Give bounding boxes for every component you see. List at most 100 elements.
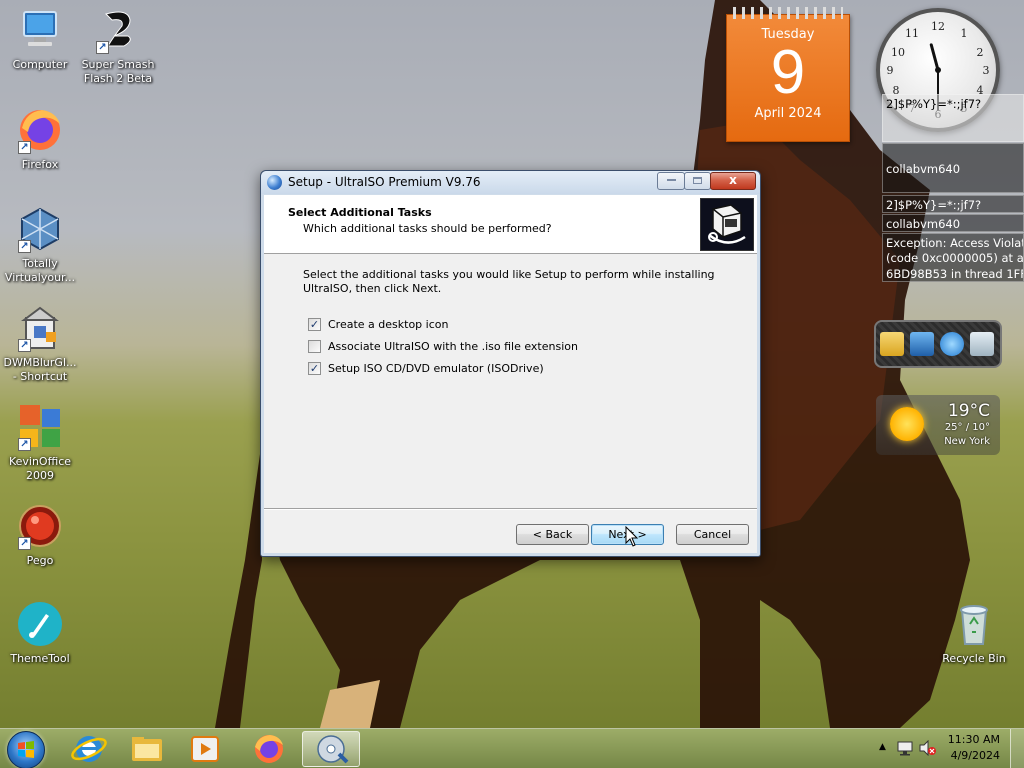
desktop-icon-label: Pego: [26, 554, 54, 567]
desktop-icon-virtualbox[interactable]: ↗ Totally Virtualyour...: [0, 205, 80, 285]
computer-icon: [16, 6, 64, 54]
desktop-icon-themetool[interactable]: ThemeTool: [0, 600, 80, 666]
checkbox-desktop-icon[interactable]: ✓: [308, 318, 321, 331]
checkbox-iso-association[interactable]: [308, 340, 321, 353]
svg-text:10: 10: [891, 46, 905, 59]
svg-text:9: 9: [887, 64, 894, 77]
virtualbox-icon: ↗: [16, 205, 64, 253]
taskbar-internet-explorer[interactable]: [60, 731, 118, 767]
shortcut-arrow-icon: ↗: [18, 438, 31, 451]
shortcut-arrow-icon: ↗: [18, 240, 31, 253]
calendar-gadget[interactable]: Tuesday 9 April 2024: [726, 7, 850, 142]
system-tray: ▲ 11:30 AM 4/9/2024: [874, 729, 1024, 768]
dialog-titlebar[interactable]: Setup - UltraISO Premium V9.76 x: [261, 171, 760, 194]
minimize-button[interactable]: [657, 172, 685, 190]
svg-text:1: 1: [961, 27, 968, 40]
tray-time[interactable]: 11:30 AM: [948, 733, 1000, 746]
taskbar-ultraiso-setup[interactable]: [302, 731, 360, 767]
checkbox-isodrive[interactable]: ✓: [308, 362, 321, 375]
wizard-heading: Select Additional Tasks: [288, 206, 432, 219]
network-icon[interactable]: [910, 332, 934, 356]
media-player-icon: [191, 736, 219, 762]
maximize-icon: [693, 176, 702, 184]
desktop-icon-label: Totally Virtualyour...: [4, 257, 76, 284]
desktop-icon-label: Computer: [12, 58, 68, 71]
volume-muted-icon[interactable]: [918, 740, 936, 756]
svg-text:12: 12: [931, 20, 945, 33]
wizard-subheading: Which additional tasks should be perform…: [303, 222, 552, 235]
folder-icon[interactable]: [880, 332, 904, 356]
weather-gadget[interactable]: 19°C 25° / 10° New York: [876, 395, 1000, 455]
internet-explorer-icon[interactable]: [940, 332, 964, 356]
weather-temp: 19°C: [947, 401, 990, 421]
task-label: Create a desktop icon: [328, 318, 449, 331]
maximize-button[interactable]: [684, 172, 711, 190]
shortcut-arrow-icon: ↗: [18, 141, 31, 154]
explorer-icon: [132, 737, 162, 761]
taskbar: ▲ 11:30 AM 4/9/2024: [0, 728, 1024, 768]
pego-icon: ↗: [16, 502, 64, 550]
desktop-icon-pego[interactable]: ↗ Pego: [0, 502, 80, 568]
debug-text-1: 2]$P%Y}=*:;jf7?: [882, 94, 1024, 142]
desktop-icon-ssf2[interactable]: ↗ Super Smash Flash 2 Beta: [78, 6, 158, 86]
desktop-icon-label: KevinOffice 2009: [8, 455, 72, 482]
recycle-bin-icon[interactable]: [970, 332, 994, 356]
internet-explorer-icon: [71, 736, 107, 762]
wizard-description: Select the additional tasks you would li…: [303, 268, 715, 295]
weather-city: New York: [944, 436, 990, 447]
themetool-icon: [16, 600, 64, 648]
back-button[interactable]: < Back: [516, 524, 589, 545]
shortcut-arrow-icon: ↗: [96, 41, 109, 54]
debug-text-6: (code 0xc0000005) at add: [882, 249, 1024, 265]
taskbar-explorer[interactable]: [118, 731, 176, 767]
firefox-icon: [255, 735, 283, 763]
setup-dialog: Setup - UltraISO Premium V9.76 x Select …: [260, 170, 761, 557]
mouse-cursor-icon: [625, 526, 639, 547]
debug-text-7: 6BD98B53 in thread 1FF8: [882, 265, 1024, 282]
svg-text:2: 2: [977, 46, 984, 59]
network-icon[interactable]: [896, 740, 914, 756]
desktop-icon-computer[interactable]: Computer: [0, 6, 80, 72]
clock-hour-hand: [929, 43, 940, 72]
calendar-rings: [733, 7, 843, 19]
start-button[interactable]: [7, 731, 45, 768]
cancel-button[interactable]: Cancel: [676, 524, 749, 545]
svg-text:11: 11: [905, 27, 919, 40]
minimize-icon: [666, 179, 676, 181]
office-icon: ↗: [16, 403, 64, 451]
ultraiso-logo-icon: [700, 198, 754, 251]
shortcut-arrow-icon: ↗: [18, 537, 31, 550]
show-hidden-icons-icon[interactable]: ▲: [879, 742, 886, 752]
calendar-day: 9: [770, 38, 806, 107]
dialog-title: Setup - UltraISO Premium V9.76: [288, 175, 481, 189]
debug-text-5: Exception: Access Violation: [882, 233, 1024, 249]
desktop-icon-kevinoffice[interactable]: ↗ KevinOffice 2009: [0, 403, 80, 483]
wizard-body: Select the additional tasks you would li…: [264, 255, 757, 509]
taskbar-firefox[interactable]: [240, 731, 298, 767]
recycle-bin-icon: [950, 600, 998, 648]
close-button[interactable]: x: [710, 172, 756, 190]
calendar-month: April 2024: [754, 106, 822, 121]
setup-icon: [267, 175, 282, 190]
desktop-icon-label: Super Smash Flash 2 Beta: [81, 58, 155, 85]
close-icon: x: [729, 173, 737, 187]
desktop-icon-label: Firefox: [21, 158, 59, 171]
tray-date[interactable]: 4/9/2024: [951, 749, 1000, 762]
show-desktop-button[interactable]: [1010, 729, 1024, 768]
desktop-icon-label: Recycle Bin: [942, 652, 1006, 665]
desktop-icon-label: DWMBlurGl... - Shortcut: [3, 356, 77, 383]
sun-icon: [890, 407, 924, 441]
desktop-icon-firefox[interactable]: ↗ Firefox: [0, 106, 80, 172]
dwmblurglass-icon: ↗: [16, 304, 64, 352]
desktop-icon-dwmblurglass[interactable]: ↗ DWMBlurGl... - Shortcut: [0, 304, 80, 384]
desktop-icon-label: ThemeTool: [10, 652, 70, 665]
ultraiso-setup-icon: [317, 735, 349, 764]
ssf2-icon: ↗: [94, 6, 142, 54]
shortcut-arrow-icon: ↗: [18, 339, 31, 352]
wizard-header: Select Additional Tasks Which additional…: [264, 195, 757, 254]
quick-launch-gadget: [874, 320, 1002, 368]
taskbar-media-player[interactable]: [176, 731, 234, 767]
debug-text-4: collabvm640: [882, 214, 1024, 232]
task-label: Setup ISO CD/DVD emulator (ISODrive): [328, 362, 544, 375]
desktop-icon-recycle-bin[interactable]: Recycle Bin: [934, 600, 1014, 666]
